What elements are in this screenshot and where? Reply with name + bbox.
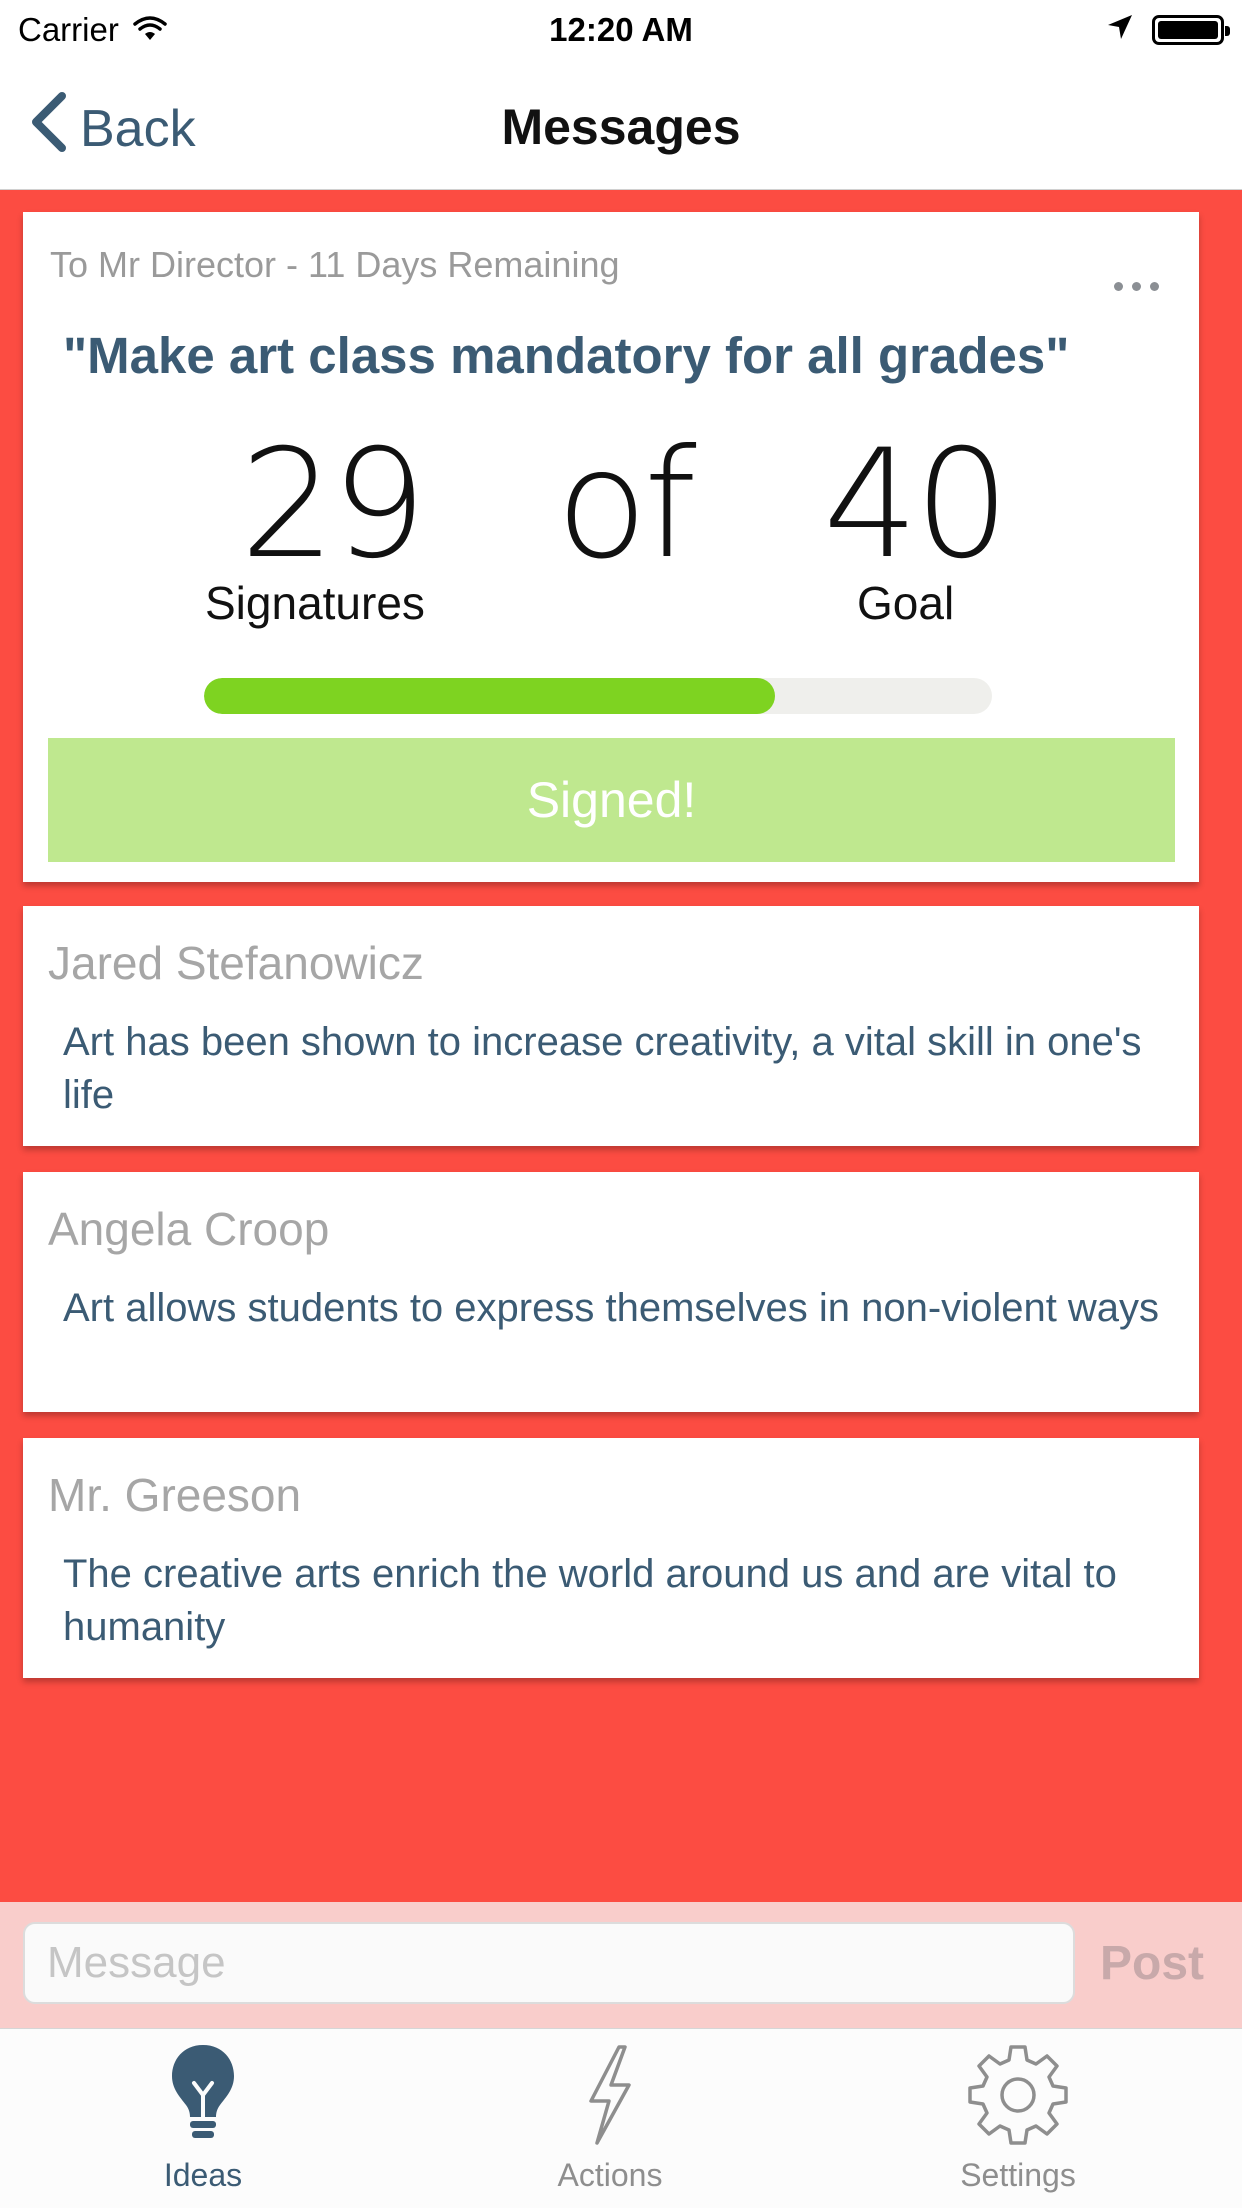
- signed-button[interactable]: Signed!: [48, 738, 1175, 862]
- tab-label: Ideas: [163, 2157, 243, 2193]
- petition-card: To Mr Director - 11 Days Remaining "Make…: [23, 212, 1199, 882]
- messages-content[interactable]: To Mr Director - 11 Days Remaining "Make…: [0, 190, 1242, 1902]
- more-dot: [1114, 282, 1123, 291]
- status-time: 12:20 AM: [549, 11, 693, 48]
- signatures-label: Signatures: [205, 577, 425, 629]
- message-composer: Post: [0, 1902, 1242, 2028]
- gear-icon: [868, 2043, 1168, 2147]
- petition-title: "Make art class mandatory for all grades…: [63, 327, 1070, 384]
- more-options-button[interactable]: [1114, 282, 1159, 291]
- goal-label: Goal: [857, 577, 955, 629]
- comment-author: Jared Stefanowicz: [48, 937, 424, 989]
- location-arrow-icon: [1106, 11, 1134, 49]
- navigation-bar: Back Messages: [0, 60, 1242, 190]
- tab-actions[interactable]: Actions: [460, 2029, 760, 2208]
- comment-text: Art allows students to express themselve…: [63, 1286, 1160, 1330]
- comment-text: Art has been shown to increase creativit…: [63, 1020, 1142, 1117]
- status-bar: Carrier 12:20 AM: [0, 0, 1242, 60]
- comment-author: Angela Croop: [48, 1203, 330, 1255]
- tab-label: Settings: [960, 2157, 1076, 2193]
- comment-text: The creative arts enrich the world aroun…: [63, 1552, 1117, 1649]
- signature-progress-bar: [204, 678, 992, 714]
- more-dot: [1132, 282, 1141, 291]
- petition-meta: To Mr Director - 11 Days Remaining: [50, 244, 620, 285]
- lightbulb-icon: [53, 2043, 353, 2143]
- of-label: of: [556, 418, 697, 592]
- post-button[interactable]: Post: [1100, 1936, 1204, 1991]
- status-left: Carrier: [18, 11, 167, 49]
- tab-ideas[interactable]: Ideas: [53, 2029, 353, 2208]
- battery-icon: [1152, 15, 1230, 45]
- wifi-icon: [133, 11, 167, 49]
- lightning-bolt-icon: [460, 2043, 760, 2147]
- message-input[interactable]: [23, 1922, 1075, 2004]
- more-dot: [1150, 282, 1159, 291]
- signature-progress-fill: [204, 678, 776, 714]
- signature-count: 29: [240, 418, 427, 592]
- tab-settings[interactable]: Settings: [868, 2029, 1168, 2208]
- comment-author: Mr. Greeson: [48, 1469, 302, 1521]
- comment-card: Mr. Greeson The creative arts enrich the…: [23, 1438, 1199, 1678]
- comment-card: Angela Croop Art allows students to expr…: [23, 1172, 1199, 1412]
- tab-bar: Ideas Actions Settings: [0, 2028, 1242, 2208]
- carrier-label: Carrier: [18, 11, 119, 48]
- goal-count: 40: [823, 418, 1010, 592]
- comment-card: Jared Stefanowicz Art has been shown to …: [23, 906, 1199, 1146]
- page-title: Messages: [501, 99, 741, 155]
- tab-label: Actions: [557, 2157, 663, 2193]
- status-right: [1106, 11, 1230, 49]
